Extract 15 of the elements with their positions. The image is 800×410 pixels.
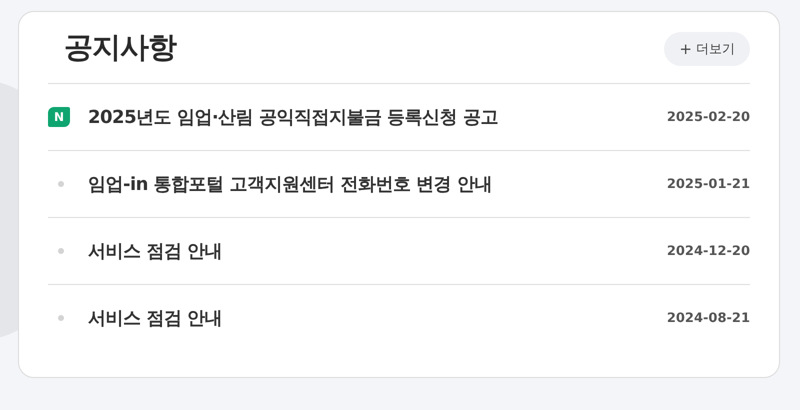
notice-title[interactable]: 2025년도 임업·산림 공익직접지불금 등록신청 공고 [88,105,667,129]
bullet-icon [58,248,64,254]
notice-title[interactable]: 서비스 점검 안내 [88,239,667,263]
section-title: 공지사항 [64,28,176,66]
new-badge: N [48,107,70,127]
bullet-icon [58,315,64,321]
notice-date: 2025-02-20 [666,110,750,124]
notice-title[interactable]: 서비스 점검 안내 [88,306,667,330]
notice-date: 2024-08-21 [666,310,750,326]
notice-title[interactable]: 임업-in 통합포털 고객지원센터 전화번호 변경 안내 [88,172,667,196]
bullet-icon [58,181,64,187]
more-button[interactable]: + 더보기 [664,32,750,66]
plus-icon: + [679,40,692,58]
notice-date: 2025-01-21 [666,176,750,192]
notice-date: 2024-12-20 [666,244,750,258]
